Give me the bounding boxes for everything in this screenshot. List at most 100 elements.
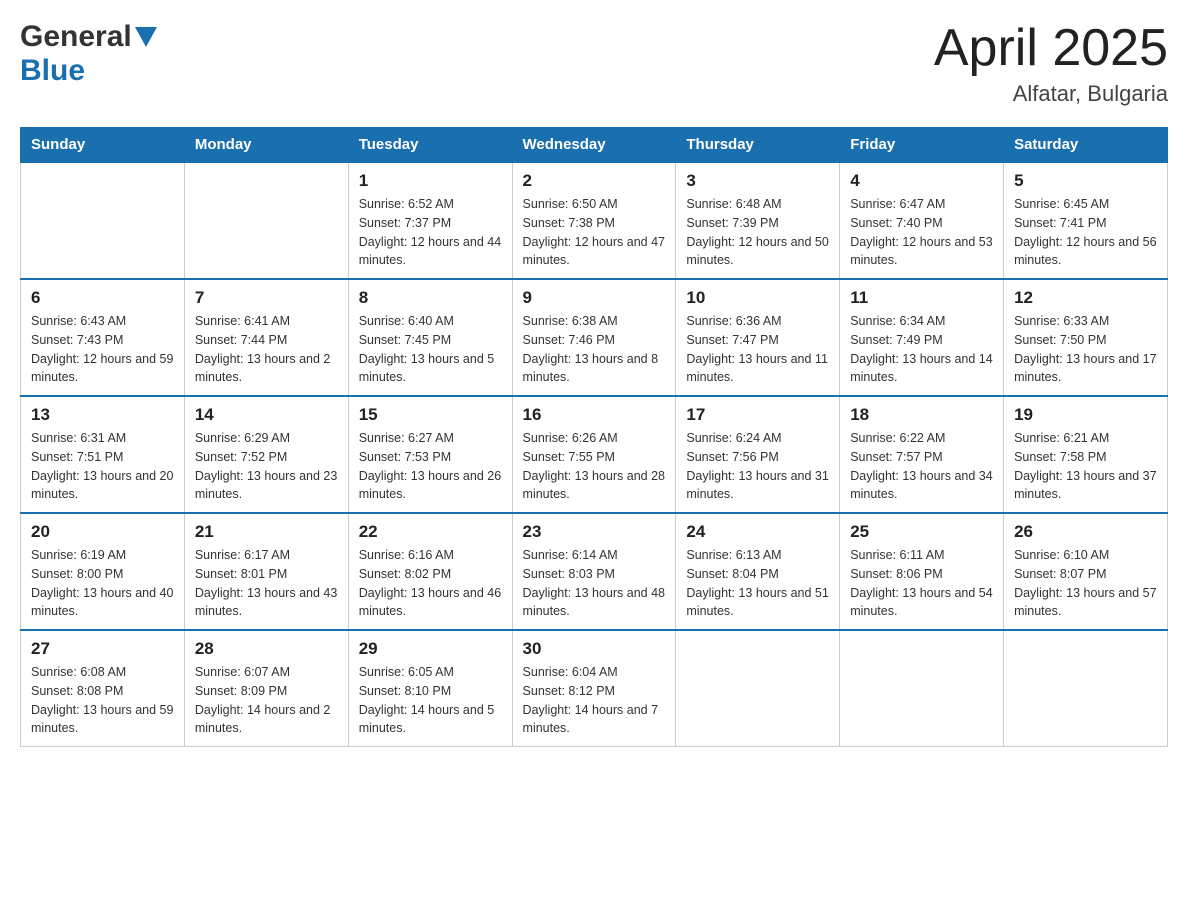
day-number: 5 [1014,171,1157,191]
calendar-cell: 18 Sunrise: 6:22 AMSunset: 7:57 PMDayligh… [840,396,1004,513]
calendar-cell [676,630,840,747]
day-number: 16 [523,405,666,425]
day-number: 8 [359,288,502,308]
day-info: Sunrise: 6:13 AMSunset: 8:04 PMDaylight:… [686,546,829,621]
calendar-cell: 7 Sunrise: 6:41 AMSunset: 7:44 PMDaylight… [184,279,348,396]
day-number: 3 [686,171,829,191]
calendar-cell: 17Sunrise: 6:24 AMSunset: 7:56 PMDayligh… [676,396,840,513]
calendar-cell: 27Sunrise: 6:08 AMSunset: 8:08 PMDayligh… [21,630,185,747]
day-info: Sunrise: 6:21 AMSunset: 7:58 PMDaylight:… [1014,429,1157,504]
day-info: Sunrise: 6:43 AMSunset: 7:43 PMDaylight:… [31,312,174,387]
day-info: Sunrise: 6:16 AMSunset: 8:02 PMDaylight:… [359,546,502,621]
day-number: 30 [523,639,666,659]
calendar-cell: 22 Sunrise: 6:16 AMSunset: 8:02 PMDayligh… [348,513,512,630]
day-info: Sunrise: 6:04 AMSunset: 8:12 PMDaylight:… [523,663,666,738]
calendar-cell: 1Sunrise: 6:52 AMSunset: 7:37 PMDaylight… [348,162,512,279]
day-info: Sunrise: 6:26 AMSunset: 7:55 PMDaylight:… [523,429,666,504]
day-number: 11 [850,288,993,308]
calendar-cell: 29 Sunrise: 6:05 AMSunset: 8:10 PMDayligh… [348,630,512,747]
calendar-cell [1004,630,1168,747]
day-info: Sunrise: 6:34 AMSunset: 7:49 PMDaylight:… [850,312,993,387]
day-info: Sunrise: 6:29 AMSunset: 7:52 PMDaylight:… [195,429,338,504]
calendar-cell: 24 Sunrise: 6:13 AMSunset: 8:04 PMDayligh… [676,513,840,630]
day-number: 4 [850,171,993,191]
calendar-cell: 15 Sunrise: 6:27 AMSunset: 7:53 PMDayligh… [348,396,512,513]
calendar-cell: 10 Sunrise: 6:36 AMSunset: 7:47 PMDayligh… [676,279,840,396]
calendar-cell: 19 Sunrise: 6:21 AMSunset: 7:58 PMDayligh… [1004,396,1168,513]
day-info: Sunrise: 6:33 AMSunset: 7:50 PMDaylight:… [1014,312,1157,387]
calendar-cell: 8 Sunrise: 6:40 AMSunset: 7:45 PMDaylight… [348,279,512,396]
day-number: 28 [195,639,338,659]
day-info: Sunrise: 6:41 AMSunset: 7:44 PMDaylight:… [195,312,338,387]
day-info: Sunrise: 6:10 AMSunset: 8:07 PMDaylight:… [1014,546,1157,621]
day-info: Sunrise: 6:17 AMSunset: 8:01 PMDaylight:… [195,546,338,621]
day-info: Sunrise: 6:50 AMSunset: 7:38 PMDaylight:… [523,195,666,270]
calendar-cell [840,630,1004,747]
calendar-cell: 20 Sunrise: 6:19 AMSunset: 8:00 PMDayligh… [21,513,185,630]
day-number: 24 [686,522,829,542]
calendar-cell: 28 Sunrise: 6:07 AMSunset: 8:09 PMDayligh… [184,630,348,747]
day-info: Sunrise: 6:05 AMSunset: 8:10 PMDaylight:… [359,663,502,738]
day-info: Sunrise: 6:45 AMSunset: 7:41 PMDaylight:… [1014,195,1157,270]
day-of-week-header: Friday [840,128,1004,163]
calendar-cell: 11 Sunrise: 6:34 AMSunset: 7:49 PMDayligh… [840,279,1004,396]
day-of-week-header: Sunday [21,128,185,163]
logo: General Blue [20,20,157,88]
day-info: Sunrise: 6:11 AMSunset: 8:06 PMDaylight:… [850,546,993,621]
day-info: Sunrise: 6:14 AMSunset: 8:03 PMDaylight:… [523,546,666,621]
calendar-week-row: 6 Sunrise: 6:43 AMSunset: 7:43 PMDaylight… [21,279,1168,396]
day-of-week-header: Monday [184,128,348,163]
day-info: Sunrise: 6:07 AMSunset: 8:09 PMDaylight:… [195,663,338,738]
day-number: 21 [195,522,338,542]
logo-triangle-icon [135,27,157,52]
day-info: Sunrise: 6:36 AMSunset: 7:47 PMDaylight:… [686,312,829,387]
calendar-week-row: 20 Sunrise: 6:19 AMSunset: 8:00 PMDayligh… [21,513,1168,630]
day-info: Sunrise: 6:38 AMSunset: 7:46 PMDaylight:… [523,312,666,387]
day-number: 15 [359,405,502,425]
calendar-cell: 9Sunrise: 6:38 AMSunset: 7:46 PMDaylight… [512,279,676,396]
calendar-cell: 14Sunrise: 6:29 AMSunset: 7:52 PMDayligh… [184,396,348,513]
day-info: Sunrise: 6:40 AMSunset: 7:45 PMDaylight:… [359,312,502,387]
calendar-cell: 5 Sunrise: 6:45 AMSunset: 7:41 PMDaylight… [1004,162,1168,279]
day-number: 26 [1014,522,1157,542]
calendar-cell [21,162,185,279]
day-number: 1 [359,171,502,191]
day-info: Sunrise: 6:22 AMSunset: 7:57 PMDaylight:… [850,429,993,504]
day-number: 20 [31,522,174,542]
day-number: 18 [850,405,993,425]
day-number: 29 [359,639,502,659]
day-info: Sunrise: 6:19 AMSunset: 8:00 PMDaylight:… [31,546,174,621]
day-number: 13 [31,405,174,425]
title-area: April 2025 Alfatar, Bulgaria [934,20,1168,107]
day-info: Sunrise: 6:08 AMSunset: 8:08 PMDaylight:… [31,663,174,738]
calendar-cell: 3Sunrise: 6:48 AMSunset: 7:39 PMDaylight… [676,162,840,279]
calendar-cell: 21 Sunrise: 6:17 AMSunset: 8:01 PMDayligh… [184,513,348,630]
day-number: 17 [686,405,829,425]
logo-blue-text: Blue [20,54,85,87]
calendar-header-row: SundayMondayTuesdayWednesdayThursdayFrid… [21,128,1168,163]
page-header: General Blue April 2025 Alfatar, Bulgari… [20,20,1168,107]
calendar-cell: 30 Sunrise: 6:04 AMSunset: 8:12 PMDayligh… [512,630,676,747]
calendar-cell: 6 Sunrise: 6:43 AMSunset: 7:43 PMDaylight… [21,279,185,396]
calendar-subtitle: Alfatar, Bulgaria [934,81,1168,107]
day-number: 22 [359,522,502,542]
calendar-week-row: 1Sunrise: 6:52 AMSunset: 7:37 PMDaylight… [21,162,1168,279]
day-info: Sunrise: 6:27 AMSunset: 7:53 PMDaylight:… [359,429,502,504]
day-number: 2 [523,171,666,191]
day-number: 10 [686,288,829,308]
day-of-week-header: Saturday [1004,128,1168,163]
calendar-week-row: 27Sunrise: 6:08 AMSunset: 8:08 PMDayligh… [21,630,1168,747]
calendar-cell: 13Sunrise: 6:31 AMSunset: 7:51 PMDayligh… [21,396,185,513]
calendar-cell: 2 Sunrise: 6:50 AMSunset: 7:38 PMDaylight… [512,162,676,279]
day-number: 25 [850,522,993,542]
calendar-cell: 25 Sunrise: 6:11 AMSunset: 8:06 PMDayligh… [840,513,1004,630]
day-number: 6 [31,288,174,308]
calendar-table: SundayMondayTuesdayWednesdayThursdayFrid… [20,127,1168,747]
day-number: 7 [195,288,338,308]
calendar-cell: 12Sunrise: 6:33 AMSunset: 7:50 PMDayligh… [1004,279,1168,396]
calendar-week-row: 13Sunrise: 6:31 AMSunset: 7:51 PMDayligh… [21,396,1168,513]
day-number: 19 [1014,405,1157,425]
day-of-week-header: Thursday [676,128,840,163]
calendar-cell [184,162,348,279]
day-info: Sunrise: 6:47 AMSunset: 7:40 PMDaylight:… [850,195,993,270]
